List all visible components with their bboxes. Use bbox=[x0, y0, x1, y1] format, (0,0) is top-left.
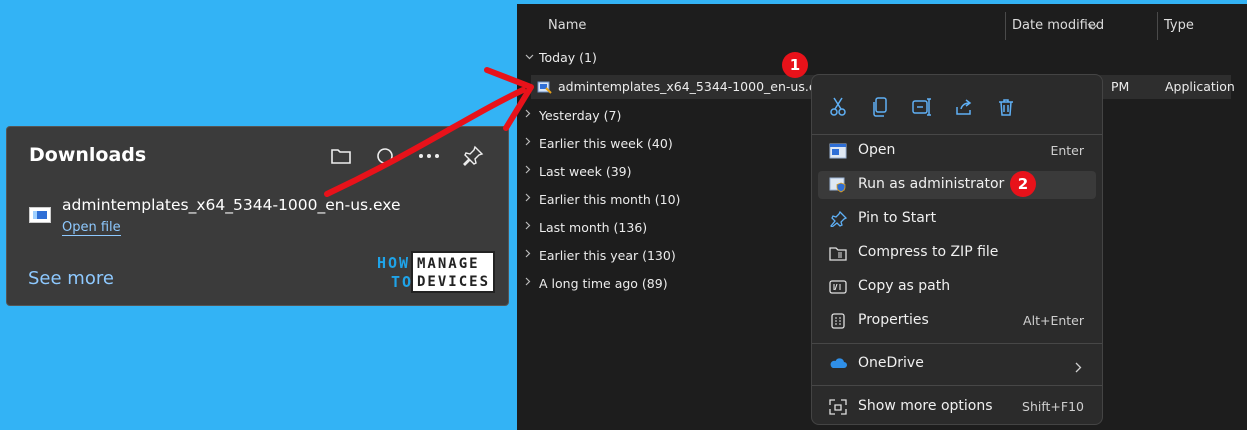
column-name[interactable]: Name bbox=[548, 4, 586, 48]
file-type: Application bbox=[1165, 79, 1235, 94]
step-badge-1: 1 bbox=[782, 52, 808, 78]
column-type[interactable]: Type bbox=[1164, 4, 1194, 48]
logo-manage-text: MANAGE bbox=[417, 256, 480, 272]
properties-icon bbox=[829, 313, 847, 329]
group-label: A long time ago (89) bbox=[539, 276, 668, 291]
see-more-link[interactable]: See more bbox=[28, 268, 114, 289]
chevron-right-icon bbox=[525, 106, 533, 126]
group-label: Last week (39) bbox=[539, 164, 632, 179]
context-menu: Open Enter Run as administrator Pin to S… bbox=[811, 74, 1103, 425]
copy-path-icon bbox=[829, 279, 847, 295]
menu-item-copy-as-path[interactable]: Copy as path bbox=[818, 273, 1096, 301]
group-today[interactable]: Today (1) bbox=[525, 48, 597, 68]
open-window-icon bbox=[829, 143, 847, 159]
file-date: PM bbox=[1111, 79, 1130, 94]
logo-box: MANAGE DEVICES bbox=[411, 251, 495, 293]
how-to-manage-devices-logo: HOW TO MANAGE DEVICES bbox=[373, 251, 497, 295]
column-separator[interactable] bbox=[1005, 12, 1006, 40]
group-label: Last month (136) bbox=[539, 220, 648, 235]
pin-icon bbox=[829, 210, 848, 228]
logo-how-text: HOW bbox=[377, 254, 411, 272]
pin-icon[interactable] bbox=[460, 143, 486, 169]
zip-folder-icon bbox=[829, 245, 847, 261]
delete-icon[interactable] bbox=[994, 95, 1018, 119]
group-label: Earlier this year (130) bbox=[539, 248, 676, 263]
step-badge-2: 2 bbox=[1010, 171, 1036, 197]
menu-label: Copy as path bbox=[858, 278, 951, 294]
chevron-right-icon bbox=[525, 246, 533, 266]
menu-label: Properties bbox=[858, 312, 929, 328]
chevron-right-icon bbox=[525, 218, 533, 238]
folder-icon[interactable] bbox=[328, 143, 354, 169]
group-yesterday[interactable]: Yesterday (7) bbox=[525, 106, 621, 126]
group-label: Earlier this month (10) bbox=[539, 192, 681, 207]
menu-separator bbox=[812, 134, 1102, 135]
menu-label: Pin to Start bbox=[858, 210, 937, 226]
chevron-right-icon bbox=[525, 134, 533, 154]
search-icon[interactable] bbox=[372, 143, 398, 169]
group-earlier-this-month[interactable]: Earlier this month (10) bbox=[525, 190, 680, 210]
chevron-right-icon bbox=[1075, 358, 1082, 377]
menu-label: Run as administrator bbox=[858, 176, 1005, 192]
copy-icon[interactable] bbox=[868, 95, 892, 119]
downloads-toolbar bbox=[328, 143, 486, 169]
chevron-down-icon bbox=[525, 48, 534, 68]
menu-label: Open bbox=[858, 142, 896, 158]
menu-shortcut: Shift+F10 bbox=[1022, 399, 1084, 414]
logo-to-text: TO bbox=[391, 273, 414, 291]
admin-shield-icon bbox=[829, 177, 847, 193]
group-last-week[interactable]: Last week (39) bbox=[525, 162, 632, 182]
menu-item-open[interactable]: Open Enter bbox=[818, 137, 1096, 165]
installer-file-icon bbox=[537, 79, 553, 95]
menu-separator bbox=[812, 385, 1102, 386]
menu-item-properties[interactable]: Properties Alt+Enter bbox=[818, 307, 1096, 335]
chevron-right-icon bbox=[525, 162, 533, 182]
group-last-month[interactable]: Last month (136) bbox=[525, 218, 647, 238]
group-label: Yesterday (7) bbox=[539, 108, 622, 123]
chevron-right-icon bbox=[525, 190, 533, 210]
chevron-right-icon bbox=[525, 274, 533, 294]
menu-item-show-more-options[interactable]: Show more options Shift+F10 bbox=[818, 393, 1096, 421]
column-separator[interactable] bbox=[1157, 12, 1158, 40]
more-options-icon[interactable] bbox=[416, 143, 442, 169]
open-file-link[interactable]: Open file bbox=[62, 220, 121, 236]
file-name: admintemplates_x64_5344-1000_en-us.exe bbox=[558, 79, 831, 94]
menu-label: OneDrive bbox=[858, 355, 924, 371]
menu-item-onedrive[interactable]: OneDrive bbox=[818, 350, 1096, 378]
menu-item-pin-to-start[interactable]: Pin to Start bbox=[818, 205, 1096, 233]
menu-item-run-as-administrator[interactable]: Run as administrator bbox=[818, 171, 1096, 199]
context-quick-actions bbox=[826, 95, 1018, 119]
menu-label: Compress to ZIP file bbox=[858, 244, 999, 260]
onedrive-cloud-icon bbox=[829, 356, 847, 372]
sort-chevron-icon bbox=[1087, 18, 1099, 33]
group-earlier-this-year[interactable]: Earlier this year (130) bbox=[525, 246, 676, 266]
group-long-time-ago[interactable]: A long time ago (89) bbox=[525, 274, 668, 294]
downloads-flyout: Downloads admintemplates_x64_5344-1000_e… bbox=[6, 126, 509, 306]
menu-shortcut: Alt+Enter bbox=[1023, 313, 1084, 328]
group-earlier-this-week[interactable]: Earlier this week (40) bbox=[525, 134, 673, 154]
show-more-icon bbox=[829, 399, 847, 415]
group-label: Today (1) bbox=[539, 50, 597, 65]
download-file-name[interactable]: admintemplates_x64_5344-1000_en-us.exe bbox=[62, 196, 401, 214]
logo-devices-text: DEVICES bbox=[417, 274, 491, 290]
installer-file-icon bbox=[29, 207, 51, 223]
rename-icon[interactable] bbox=[910, 95, 934, 119]
menu-separator bbox=[812, 343, 1102, 344]
menu-item-compress-zip[interactable]: Compress to ZIP file bbox=[818, 239, 1096, 267]
group-label: Earlier this week (40) bbox=[539, 136, 673, 151]
menu-label: Show more options bbox=[858, 398, 993, 414]
share-icon[interactable] bbox=[952, 95, 976, 119]
menu-shortcut: Enter bbox=[1050, 143, 1084, 158]
cut-icon[interactable] bbox=[826, 95, 850, 119]
downloads-title: Downloads bbox=[29, 144, 147, 166]
